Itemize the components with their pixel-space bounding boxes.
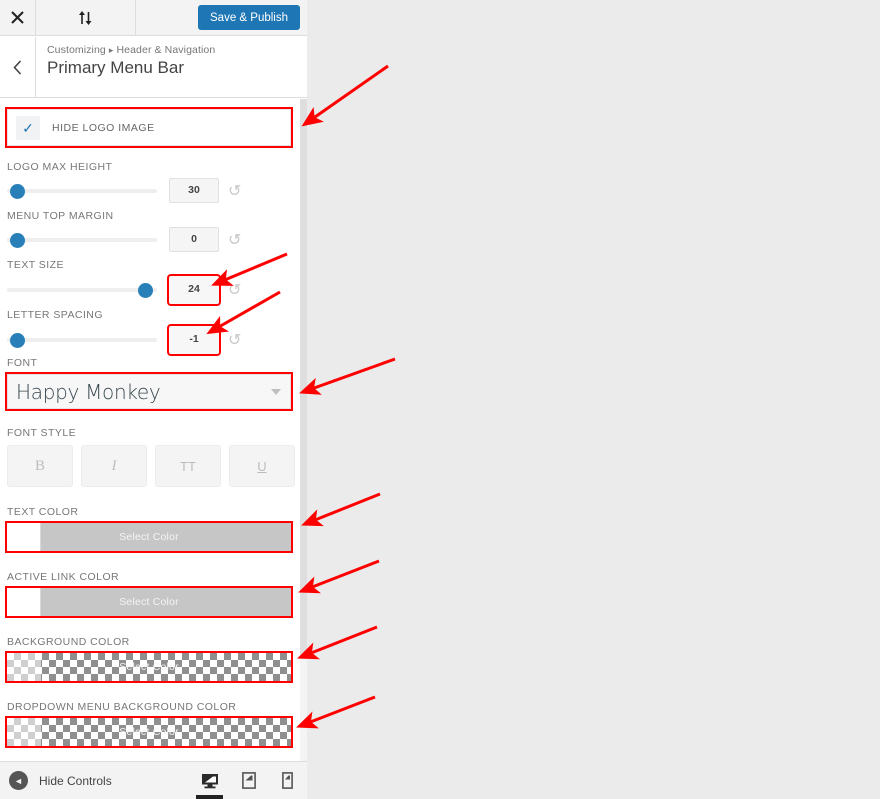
slider-handle[interactable]: [10, 183, 25, 199]
header-spacer: [136, 0, 198, 35]
page-title: Primary Menu Bar: [47, 58, 184, 77]
menu-top-margin-input[interactable]: 0: [169, 227, 219, 252]
panel-section-header: Customizing ▸ Header & Navigation Primary …: [0, 37, 307, 98]
logo-max-height-label: LOGO MAX HEIGHT: [7, 161, 113, 173]
background-color-picker[interactable]: Select Color: [5, 651, 293, 683]
device-mobile[interactable]: [268, 762, 307, 799]
font-style-label: FONT STYLE: [7, 427, 77, 439]
hide-logo-image-checkbox[interactable]: ✓: [16, 115, 40, 140]
active-link-color-label: ACTIVE LINK COLOR: [7, 571, 120, 583]
customizer-panel: Save & Publish Customizing ▸ Header & Navi…: [0, 0, 307, 799]
panel-scrollbar-thumb[interactable]: [300, 99, 307, 659]
letter-spacing-label: LETTER SPACING: [7, 309, 103, 321]
reset-icon[interactable]: ↺: [228, 230, 241, 250]
logo-max-height-row: 30 ↺: [7, 178, 297, 203]
text-size-label: TEXT SIZE: [7, 259, 64, 271]
section-titles: Customizing ▸ Header & Navigation Primary …: [36, 37, 215, 97]
font-style-buttons: B I TT U: [7, 445, 297, 487]
close-customizer-button[interactable]: [0, 0, 36, 35]
save-and-publish-button[interactable]: Save & Publish: [198, 5, 300, 30]
text-color-picker[interactable]: Select Color: [5, 521, 293, 553]
uppercase-button[interactable]: TT: [155, 445, 221, 487]
hide-controls-button[interactable]: ◄ Hide Controls: [9, 771, 112, 790]
control-text-color: TEXT COLOR Select Color: [5, 506, 297, 553]
breadcrumb-separator: ▸: [108, 45, 114, 55]
close-icon: [11, 11, 24, 24]
select-color-label: Select Color: [119, 661, 179, 673]
reorder-collapse-button[interactable]: [36, 0, 136, 35]
reset-icon[interactable]: ↺: [228, 181, 241, 201]
slider-handle[interactable]: [10, 232, 25, 248]
slider-track: [7, 188, 157, 193]
control-letter-spacing: LETTER SPACING -1 ↺: [7, 309, 297, 356]
screen-root: Save & Publish Customizing ▸ Header & Navi…: [0, 0, 880, 799]
reset-icon[interactable]: ↺: [228, 330, 241, 350]
panel-scrollbar-track[interactable]: [300, 99, 307, 761]
slider-track: [7, 288, 157, 292]
font-selected-value: Happy Monkey: [16, 379, 161, 404]
letter-spacing-slider[interactable]: [7, 332, 157, 348]
menu-top-margin-row: 0 ↺: [7, 227, 297, 252]
slider-track: [7, 237, 157, 242]
italic-button[interactable]: I: [81, 445, 147, 487]
customizer-footer: ◄ Hide Controls: [0, 761, 307, 799]
logo-max-height-input[interactable]: 30: [169, 178, 219, 203]
back-button[interactable]: [0, 37, 36, 97]
slider-handle[interactable]: [137, 283, 153, 298]
device-tablet[interactable]: [229, 762, 268, 799]
breadcrumb-parent[interactable]: Header & Navigation: [117, 44, 216, 56]
collapse-arrows-icon: [79, 10, 92, 25]
mobile-icon: [282, 772, 293, 789]
menu-top-margin-slider[interactable]: [7, 232, 157, 248]
text-size-input[interactable]: 24: [167, 274, 221, 306]
control-font-style: FONT STYLE B I TT U: [7, 427, 297, 487]
background-color-label: BACKGROUND COLOR: [7, 636, 130, 648]
device-desktop[interactable]: [190, 762, 229, 799]
font-select[interactable]: Happy Monkey: [5, 372, 293, 411]
chevron-down-icon: [271, 388, 281, 395]
hide-controls-label: Hide Controls: [39, 773, 112, 788]
desktop-icon: [201, 773, 218, 788]
tablet-icon: [241, 772, 256, 789]
control-text-size: TEXT SIZE 24 ↺: [7, 259, 297, 306]
dropdown-menu-background-color-label: DROPDOWN MENU BACKGROUND COLOR: [7, 701, 237, 713]
hide-logo-image-checkbox-row[interactable]: ✓ HIDE LOGO IMAGE: [5, 107, 293, 148]
breadcrumb: Customizing ▸ Header & Navigation: [47, 44, 215, 56]
underline-button[interactable]: U: [229, 445, 295, 487]
menu-top-margin-label: MENU TOP MARGIN: [7, 210, 114, 222]
dropdown-menu-background-color-picker[interactable]: Select Color: [5, 716, 293, 748]
customizer-header: Save & Publish: [0, 0, 307, 36]
select-color-label: Select Color: [119, 531, 179, 543]
letter-spacing-input[interactable]: -1: [167, 324, 221, 356]
slider-track: [7, 338, 157, 342]
select-color-label: Select Color: [119, 726, 179, 738]
slider-handle[interactable]: [10, 333, 25, 348]
logo-max-height-slider[interactable]: [7, 183, 157, 199]
checkmark-icon: ✓: [22, 119, 34, 136]
text-size-slider[interactable]: [7, 282, 157, 298]
device-preview-switcher: [190, 762, 307, 799]
panel-body: ✓ HIDE LOGO IMAGE LOGO MAX HEIGHT 30 ↺ M…: [0, 99, 307, 761]
chevron-left-icon: [13, 59, 22, 75]
collapse-left-icon: ◄: [9, 771, 28, 790]
select-color-label: Select Color: [119, 596, 179, 608]
letter-spacing-row: -1 ↺: [7, 324, 297, 356]
text-color-label: TEXT COLOR: [7, 506, 79, 518]
active-link-color-picker[interactable]: Select Color: [5, 586, 293, 618]
font-label: FONT: [7, 357, 38, 369]
breadcrumb-root[interactable]: Customizing: [47, 44, 106, 56]
control-logo-max-height: LOGO MAX HEIGHT 30 ↺: [7, 161, 297, 203]
control-dropdown-menu-background-color: DROPDOWN MENU BACKGROUND COLOR Select Co…: [5, 701, 297, 748]
control-background-color: BACKGROUND COLOR Select Color: [5, 636, 297, 683]
site-preview-area[interactable]: [307, 0, 880, 799]
control-font: FONT Happy Monkey: [5, 357, 297, 411]
text-size-row: 24 ↺: [7, 274, 297, 306]
control-active-link-color: ACTIVE LINK COLOR Select Color: [5, 571, 297, 618]
reset-icon[interactable]: ↺: [228, 280, 241, 300]
control-menu-top-margin: MENU TOP MARGIN 0 ↺: [7, 210, 297, 252]
bold-button[interactable]: B: [7, 445, 73, 487]
hide-logo-image-label: HIDE LOGO IMAGE: [52, 121, 155, 134]
